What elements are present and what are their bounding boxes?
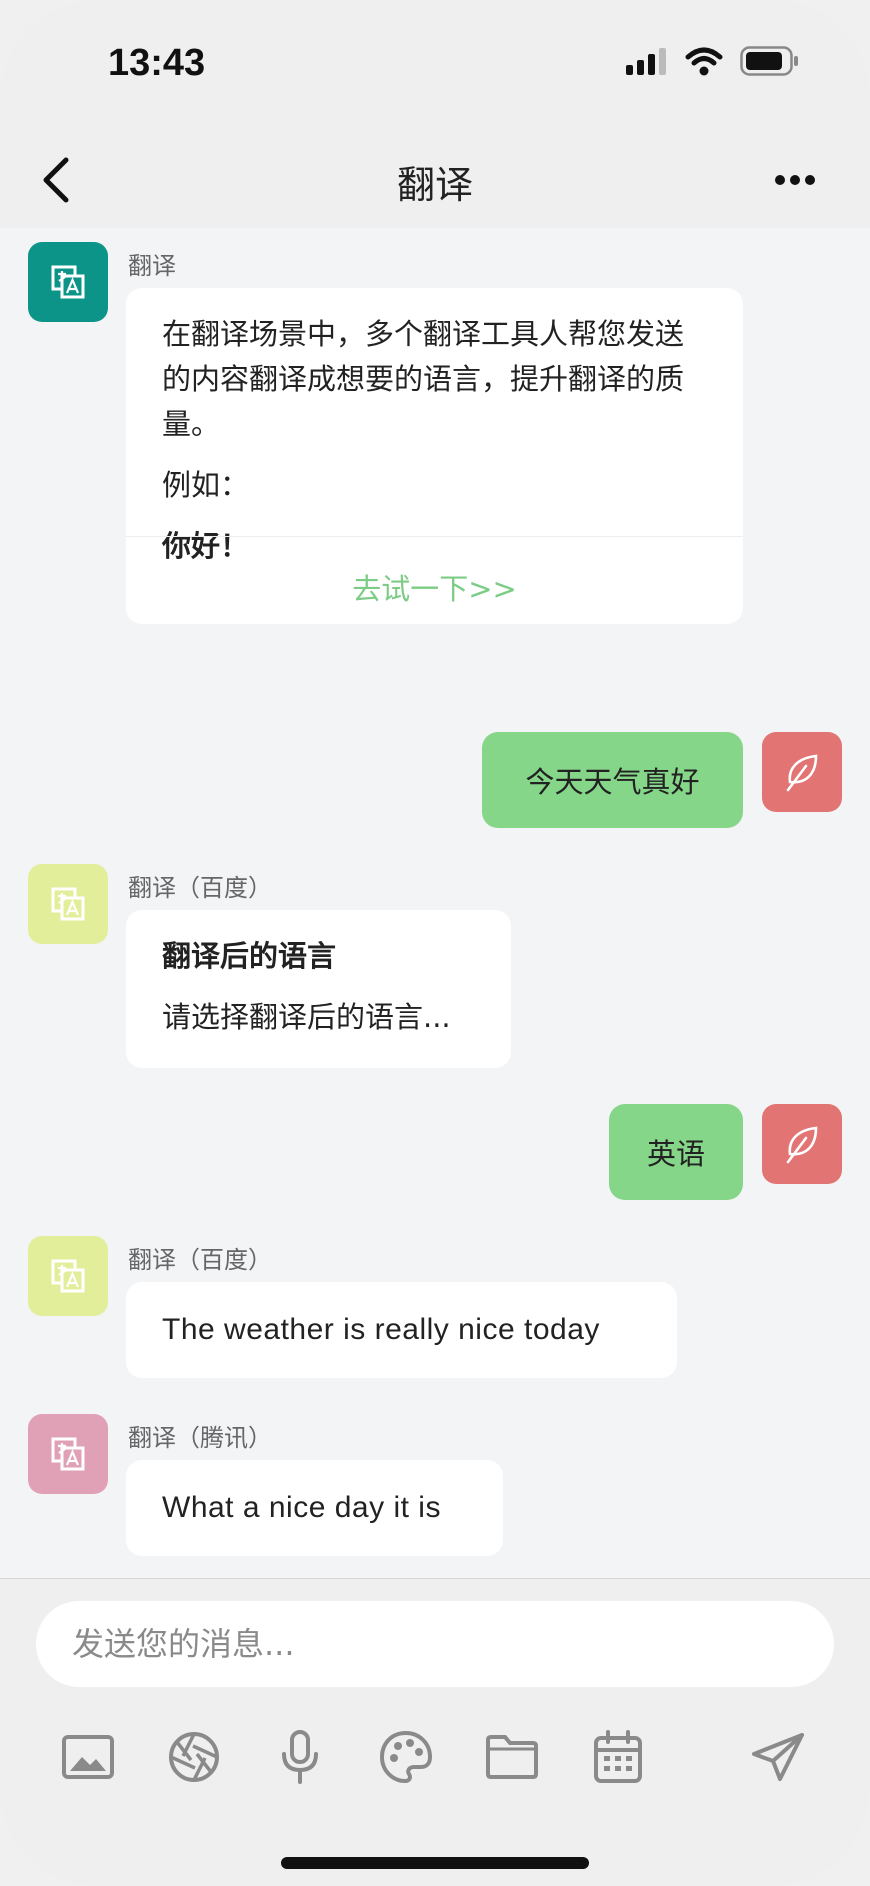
voice-button[interactable] [270,1727,330,1787]
navigation-bar: 翻译 [0,130,870,226]
microphone-icon [282,1730,318,1784]
phone-screen: 13:43 翻译 翻译 在翻译场景中，多个翻译工具人帮您发送的内容翻译成想要的语… [0,0,870,1886]
send-icon [752,1733,804,1781]
leaf-icon [786,1126,818,1164]
camera-button[interactable] [164,1727,224,1787]
try-it-link[interactable]: 去试一下>> [126,566,743,608]
sender-name: 翻译（腾讯） [128,1424,272,1452]
wifi-icon [684,46,724,80]
sender-name: 翻译（百度） [128,874,272,902]
user-avatar[interactable] [762,732,842,812]
translator-avatar[interactable] [28,864,108,944]
translator-avatar[interactable] [28,1414,108,1494]
user-message-bubble: 今天天气真好 [482,732,743,828]
status-bar: 13:43 [0,0,870,120]
translation-bubble: What a nice day it is [126,1460,503,1556]
intro-text: 在翻译场景中，多个翻译工具人帮您发送的内容翻译成想要的语言，提升翻译的质量。 [162,317,685,441]
leaf-icon [786,754,818,792]
user-message-text: 今天天气真好 [525,765,700,799]
language-prompt-bubble[interactable]: 翻译后的语言 请选择翻译后的语言... [126,910,511,1068]
example-text: 你好！ [162,529,250,563]
image-icon [62,1735,114,1779]
translator-avatar[interactable] [28,242,108,322]
sender-name: 翻译 [128,252,176,280]
folder-icon [486,1735,538,1779]
home-indicator[interactable] [281,1857,589,1869]
palette-button[interactable] [376,1727,436,1787]
translation-text: What a nice day it is [162,1491,441,1524]
language-prompt-title: 翻译后的语言 [162,939,337,973]
header-area: 13:43 翻译 [0,0,870,228]
language-prompt-body: 请选择翻译后的语言... [162,1000,451,1034]
message-input[interactable] [36,1601,834,1687]
translate-icon [51,1259,85,1293]
translate-icon [51,1437,85,1471]
image-button[interactable] [58,1727,118,1787]
folder-button[interactable] [482,1727,542,1787]
translator-avatar[interactable] [28,1236,108,1316]
status-time: 13:43 [108,42,206,84]
translate-icon [51,887,85,921]
translate-icon [51,265,85,299]
signal-icon [624,47,668,79]
input-area [0,1578,870,1886]
more-dots-icon [775,175,815,185]
calendar-button[interactable] [588,1727,648,1787]
divider [126,536,743,537]
example-label: 例如： [162,468,250,502]
aperture-icon [169,1732,219,1782]
more-button[interactable] [760,152,830,208]
translation-bubble: The weather is really nice today [126,1282,677,1378]
calendar-icon [594,1730,642,1783]
send-button[interactable] [748,1727,808,1787]
palette-icon [379,1730,433,1784]
intro-message-bubble: 在翻译场景中，多个翻译工具人帮您发送的内容翻译成想要的语言，提升翻译的质量。 例… [126,288,743,624]
status-icons [624,46,800,80]
user-avatar[interactable] [762,1104,842,1184]
chat-area[interactable]: 翻译 在翻译场景中，多个翻译工具人帮您发送的内容翻译成想要的语言，提升翻译的质量… [0,228,870,1578]
page-title: 翻译 [396,163,473,207]
battery-icon [740,46,800,80]
user-message-bubble: 英语 [609,1104,743,1200]
translation-text: The weather is really nice today [162,1313,600,1346]
user-message-text: 英语 [646,1137,705,1171]
sender-name: 翻译（百度） [128,1246,272,1274]
